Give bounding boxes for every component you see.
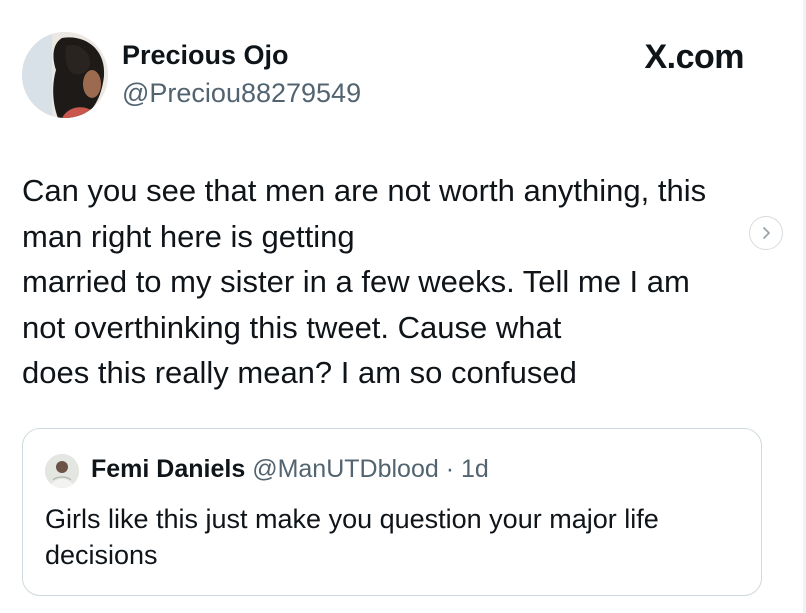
author-name[interactable]: Precious Ojo [122,40,289,71]
tweet-screenshot: Precious Ojo @Preciou88279549 X.com Can … [0,0,806,613]
tweet-text-line: man right here is getting [22,218,355,254]
brand-logo-text: X.com [644,38,744,76]
quoted-tweet-header: Femi Daniels @ManUTDblood · 1d [91,455,489,484]
next-button[interactable] [749,216,783,250]
author-avatar-image [22,32,108,118]
tweet-text-line: married to my sister in a few weeks. Tel… [22,264,690,299]
author-avatar[interactable] [22,32,108,118]
quoted-author-handle[interactable]: @ManUTDblood [252,455,439,483]
quoted-author-avatar[interactable] [45,454,79,488]
tweet-text-line: not overthinking this tweet. Cause what [22,309,562,345]
chevron-right-icon [763,227,770,239]
quoted-tweet-text: Girls like this just make you question y… [45,504,659,570]
quoted-tweet-card[interactable]: Femi Daniels @ManUTDblood · 1d Girls lik… [22,428,762,596]
tweet-text-line: Can you see that men are not worth anyth… [22,173,707,208]
quoted-tweet-time[interactable]: 1d [461,455,489,483]
quoted-author-name[interactable]: Femi Daniels [91,455,245,483]
author-handle[interactable]: @Preciou88279549 [122,78,361,109]
tweet-text: Can you see that men are not worth anyth… [22,168,762,396]
separator-dot: · [439,455,461,483]
tweet-text-line: does this really mean? I am so confused [22,355,577,390]
separator-dot-text: · [445,455,455,483]
quoted-author-avatar-image [45,454,79,488]
